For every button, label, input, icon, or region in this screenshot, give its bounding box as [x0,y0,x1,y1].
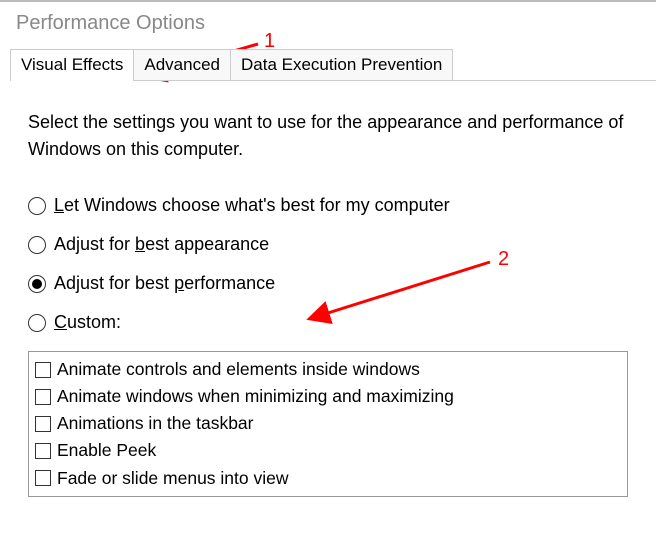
radio-label: Let Windows choose what's best for my co… [54,195,450,216]
radio-icon [28,275,46,293]
radio-label: Adjust for best appearance [54,234,269,255]
checkbox-icon [35,362,51,378]
option-enable-peek[interactable]: Enable Peek [35,437,621,464]
option-animate-windows[interactable]: Animate windows when minimizing and maxi… [35,383,621,410]
radio-icon [28,314,46,332]
radio-let-windows[interactable]: Let Windows choose what's best for my co… [28,195,628,216]
option-label: Animations in the taskbar [57,410,254,437]
custom-options-list[interactable]: Animate controls and elements inside win… [28,351,628,497]
radio-label: Custom: [54,312,121,333]
tab-panel-visual-effects: Select the settings you want to use for … [0,81,656,507]
option-fade-menus[interactable]: Fade or slide menus into view [35,465,621,492]
option-label: Animate controls and elements inside win… [57,356,420,383]
checkbox-icon [35,470,51,486]
tab-advanced[interactable]: Advanced [133,49,231,80]
radio-icon [28,197,46,215]
radio-group: Let Windows choose what's best for my co… [28,195,628,333]
option-label: Animate windows when minimizing and maxi… [57,383,454,410]
tab-strip: Visual Effects Advanced Data Execution P… [10,49,656,81]
radio-label: Adjust for best performance [54,273,275,294]
window-title: Performance Options [0,0,656,49]
tab-dep[interactable]: Data Execution Prevention [230,49,453,80]
radio-custom[interactable]: Custom: [28,312,628,333]
radio-icon [28,236,46,254]
radio-best-performance[interactable]: Adjust for best performance [28,273,628,294]
checkbox-icon [35,416,51,432]
option-animate-controls[interactable]: Animate controls and elements inside win… [35,356,621,383]
option-label: Enable Peek [57,437,156,464]
tab-visual-effects[interactable]: Visual Effects [10,49,134,80]
option-label: Fade or slide menus into view [57,465,289,492]
checkbox-icon [35,389,51,405]
checkbox-icon [35,443,51,459]
intro-text: Select the settings you want to use for … [28,109,628,163]
radio-best-appearance[interactable]: Adjust for best appearance [28,234,628,255]
option-animations-taskbar[interactable]: Animations in the taskbar [35,410,621,437]
